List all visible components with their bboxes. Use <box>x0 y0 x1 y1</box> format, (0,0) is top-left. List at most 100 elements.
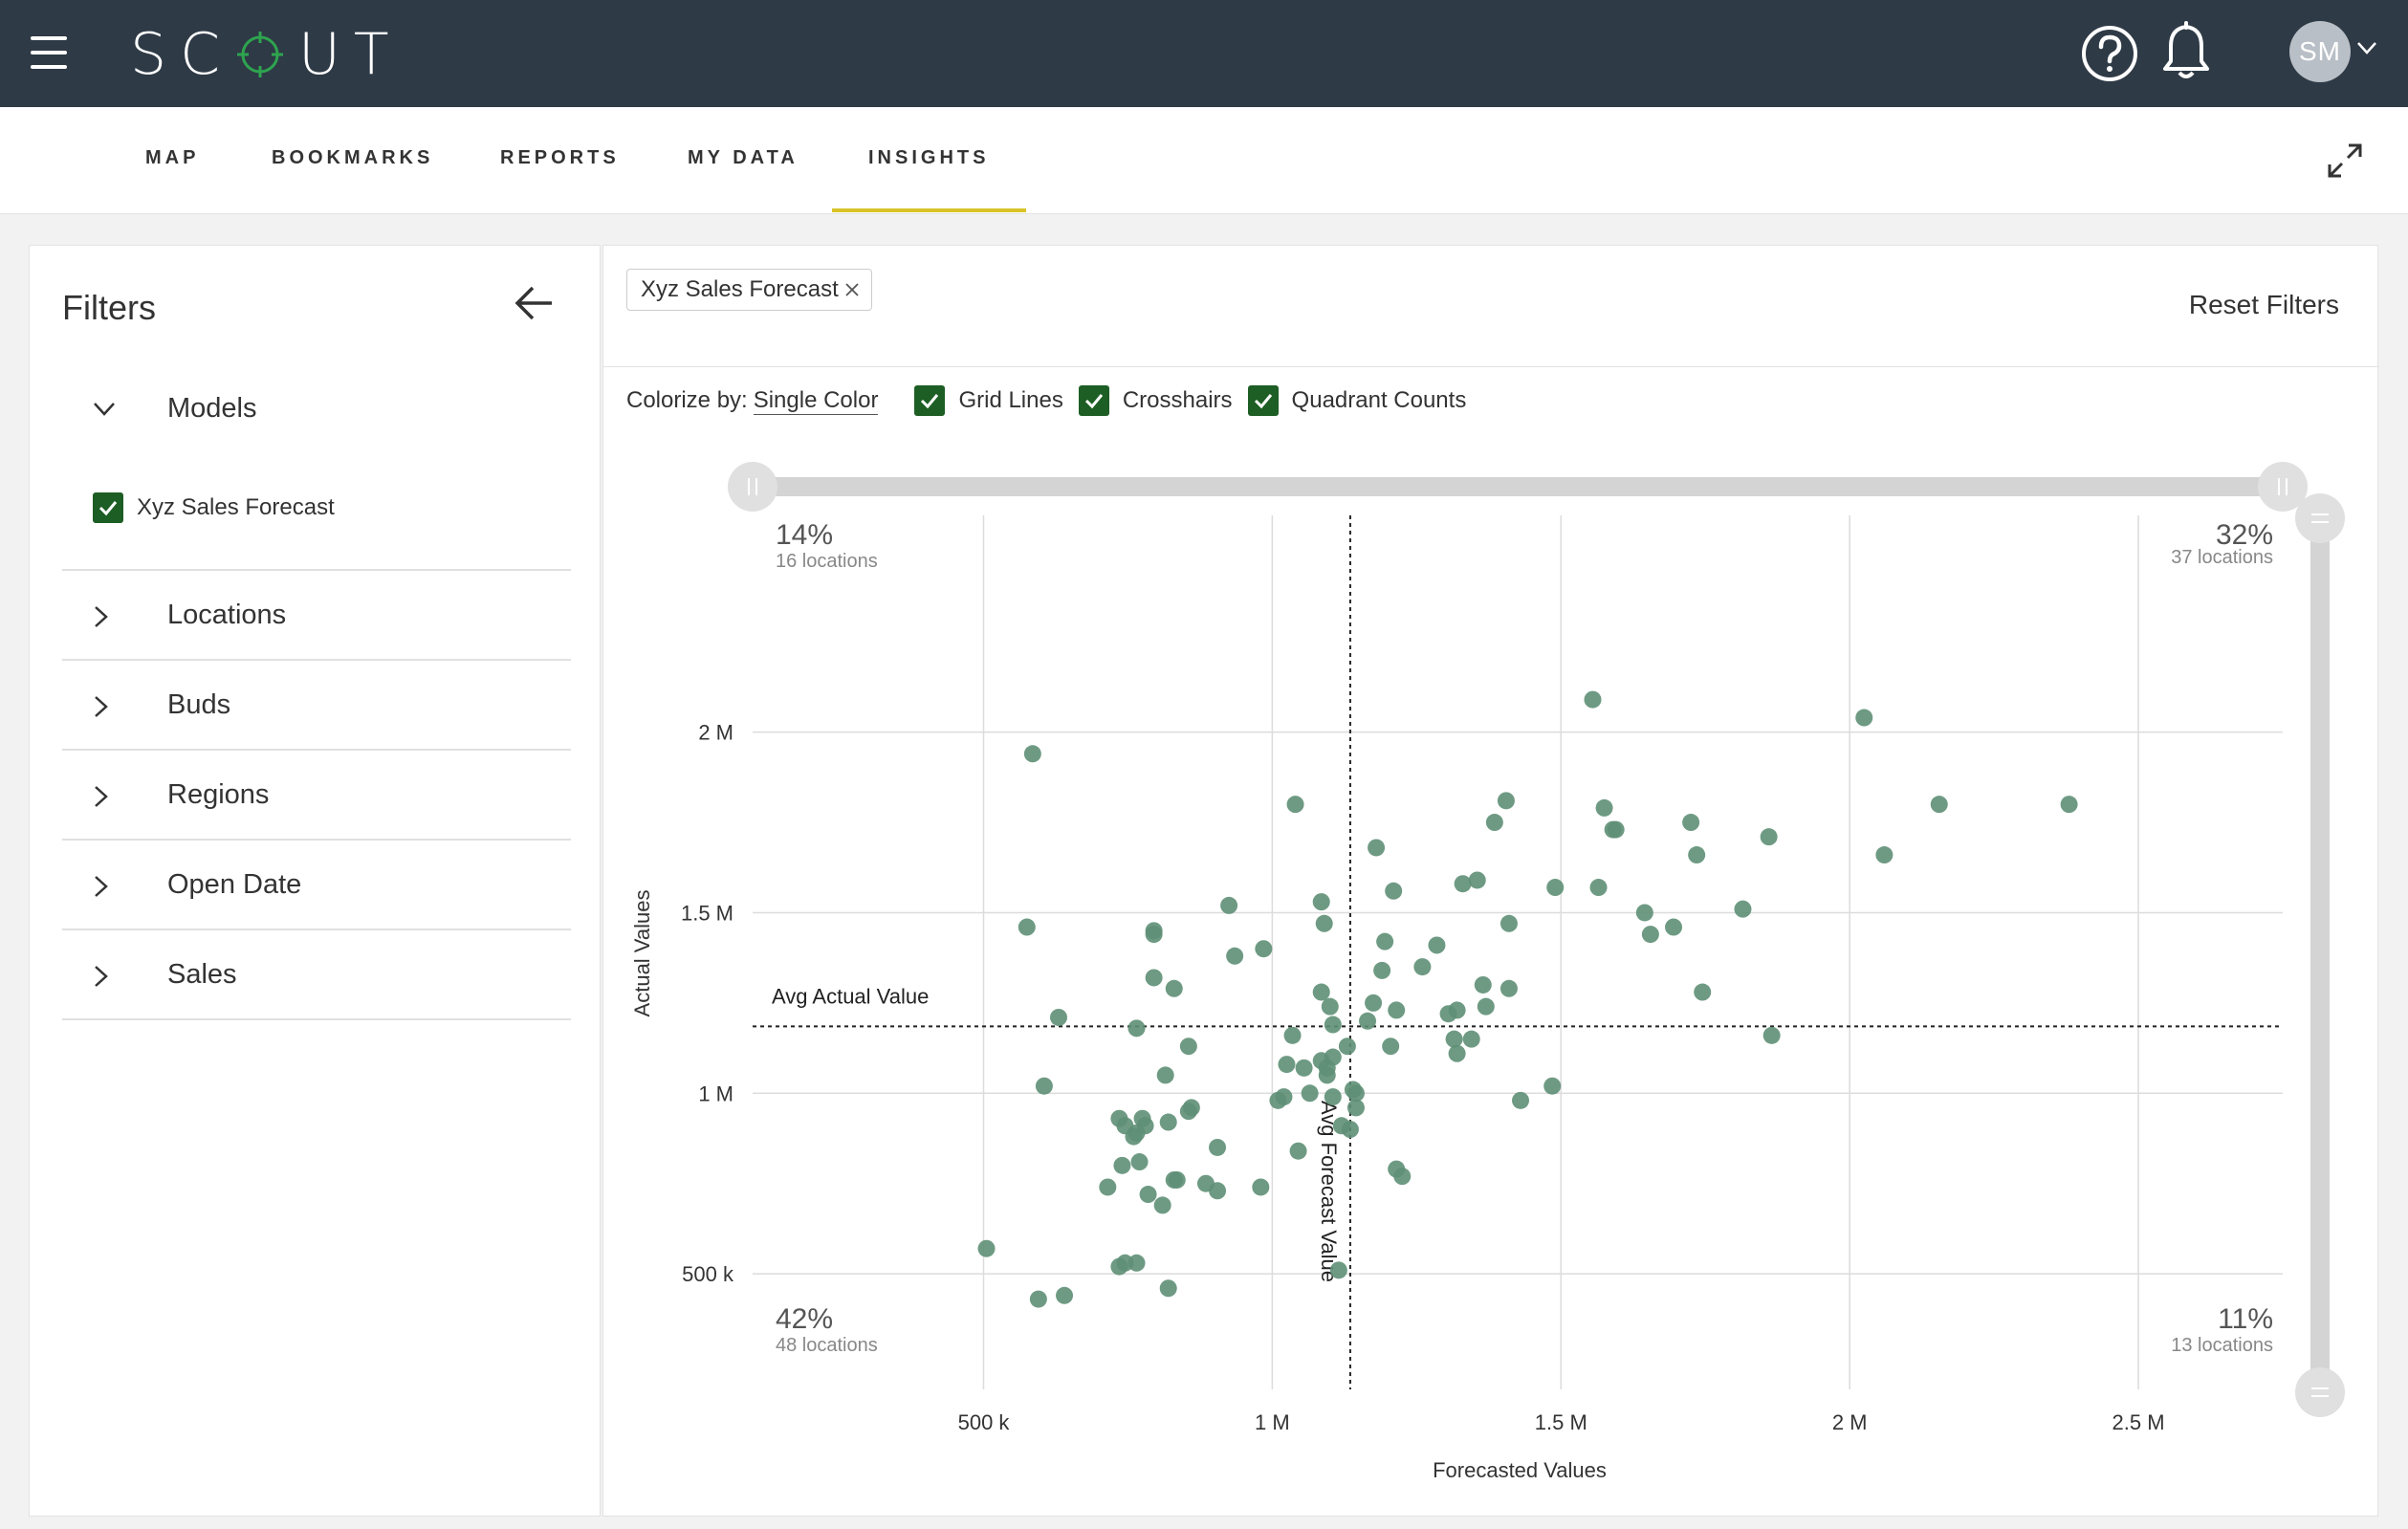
data-point <box>1099 1178 1117 1196</box>
filter-label: Buds <box>167 689 231 720</box>
data-point <box>1324 1016 1342 1034</box>
filters-panel: Filters Models Xyz Sales Forecast Locati… <box>29 245 601 1517</box>
data-point <box>1035 1077 1053 1095</box>
data-point <box>1301 1084 1319 1103</box>
notifications-bell-icon[interactable] <box>2161 21 2211 82</box>
expand-icon[interactable] <box>2326 142 2364 180</box>
data-point <box>1428 936 1446 954</box>
quadrant-bottom-left-count: 48 locations <box>776 1335 878 1356</box>
checkbox[interactable] <box>93 492 123 523</box>
chevron-right-icon <box>95 696 108 717</box>
data-point <box>1448 1044 1466 1062</box>
x-axis-label: Forecasted Values <box>1433 1458 1607 1482</box>
data-point <box>1156 1066 1174 1084</box>
data-point <box>1474 975 1492 994</box>
data-point <box>1283 1026 1302 1044</box>
model-checkbox-item[interactable]: Xyz Sales Forecast <box>93 489 335 527</box>
data-point <box>1393 1168 1412 1186</box>
data-point <box>1321 997 1339 1016</box>
chevron-right-icon <box>95 966 108 987</box>
chevron-right-icon <box>95 786 108 807</box>
menu-icon[interactable] <box>31 36 67 69</box>
data-point <box>1439 1005 1457 1023</box>
data-point <box>1165 1170 1183 1189</box>
data-point <box>1324 1088 1342 1106</box>
data-point <box>1113 1156 1131 1174</box>
filter-locations[interactable]: Locations <box>62 571 571 661</box>
quadrant-bottom-right-pct: 11% <box>2218 1303 2273 1335</box>
active-tab-indicator <box>832 208 1026 212</box>
data-point <box>1385 882 1403 900</box>
data-point <box>1584 690 1602 709</box>
checkmark-icon <box>99 501 118 516</box>
data-points <box>977 690 2078 1308</box>
filter-buds[interactable]: Buds <box>62 661 571 751</box>
y-tick-label: 2 M <box>698 721 733 745</box>
data-point <box>1641 926 1659 944</box>
data-point <box>1110 1257 1128 1276</box>
data-point <box>1338 1038 1356 1056</box>
chevron-down-icon <box>94 403 115 416</box>
data-point <box>1269 1091 1287 1109</box>
data-point <box>1318 1059 1336 1077</box>
filter-label: Regions <box>167 779 270 810</box>
data-point <box>1359 1012 1377 1030</box>
data-point <box>1382 1038 1400 1056</box>
data-point <box>1930 796 1948 814</box>
filter-regions[interactable]: Regions <box>62 751 571 841</box>
data-point <box>1346 1099 1365 1117</box>
y-range-min-handle[interactable] <box>2295 1367 2345 1417</box>
data-point <box>1477 997 1495 1016</box>
data-point <box>1373 961 1391 979</box>
data-point <box>1315 914 1333 932</box>
x-range-min-handle[interactable] <box>728 462 777 512</box>
help-icon[interactable] <box>2081 25 2138 82</box>
data-point <box>1543 1077 1562 1095</box>
data-point <box>1179 1038 1197 1056</box>
tab-insights[interactable]: INSIGHTS <box>868 147 989 169</box>
data-point <box>1252 1178 1270 1196</box>
data-point <box>1365 994 1383 1012</box>
y-tick-label: 500 k <box>682 1262 734 1286</box>
x-tick-label: 1.5 M <box>1535 1410 1587 1434</box>
chevron-right-icon <box>95 876 108 897</box>
data-point <box>1312 983 1330 1001</box>
tab-my-data[interactable]: MY DATA <box>688 147 799 169</box>
crosshairs: Avg Actual ValueAvg Forecast Value <box>753 515 2283 1389</box>
data-point <box>1289 1142 1307 1160</box>
data-point <box>1855 709 1873 727</box>
data-point <box>1368 839 1386 857</box>
grid-lines <box>753 515 2283 1389</box>
data-point <box>1139 1186 1157 1204</box>
data-point <box>1468 871 1486 889</box>
chevron-down-icon[interactable] <box>2356 40 2377 55</box>
x-tick-label: 1 M <box>1255 1410 1290 1434</box>
filter-sales[interactable]: Sales <box>62 930 571 1020</box>
data-point <box>1682 814 1700 832</box>
quadrant-bottom-right-count: 13 locations <box>2171 1335 2273 1356</box>
data-point <box>1127 1254 1146 1272</box>
crosshair-logo-icon <box>236 32 283 77</box>
app-logo: SC UT <box>130 21 403 88</box>
user-avatar[interactable]: SM <box>2289 21 2351 82</box>
data-point <box>1546 879 1565 897</box>
data-point <box>1604 820 1622 839</box>
data-point <box>1388 1001 1406 1019</box>
data-point <box>1762 1026 1781 1044</box>
x-tick-label: 500 k <box>958 1410 1011 1434</box>
y-tick-label: 1.5 M <box>681 901 733 925</box>
filter-open-date[interactable]: Open Date <box>62 841 571 930</box>
tab-map[interactable]: MAP <box>145 147 199 169</box>
filter-models[interactable]: Models <box>62 380 571 437</box>
data-point <box>1127 1019 1146 1038</box>
tab-bookmarks[interactable]: BOOKMARKS <box>272 147 433 169</box>
y-tick-label: 1 M <box>698 1081 733 1105</box>
data-point <box>1153 1196 1171 1214</box>
data-point <box>1278 1056 1296 1074</box>
tab-reports[interactable]: REPORTS <box>500 147 620 169</box>
model-label: Xyz Sales Forecast <box>137 494 335 520</box>
data-point <box>1145 926 1163 944</box>
data-point <box>1159 1113 1177 1131</box>
back-arrow-icon[interactable] <box>514 284 554 322</box>
y-range-max-handle[interactable] <box>2295 493 2345 543</box>
